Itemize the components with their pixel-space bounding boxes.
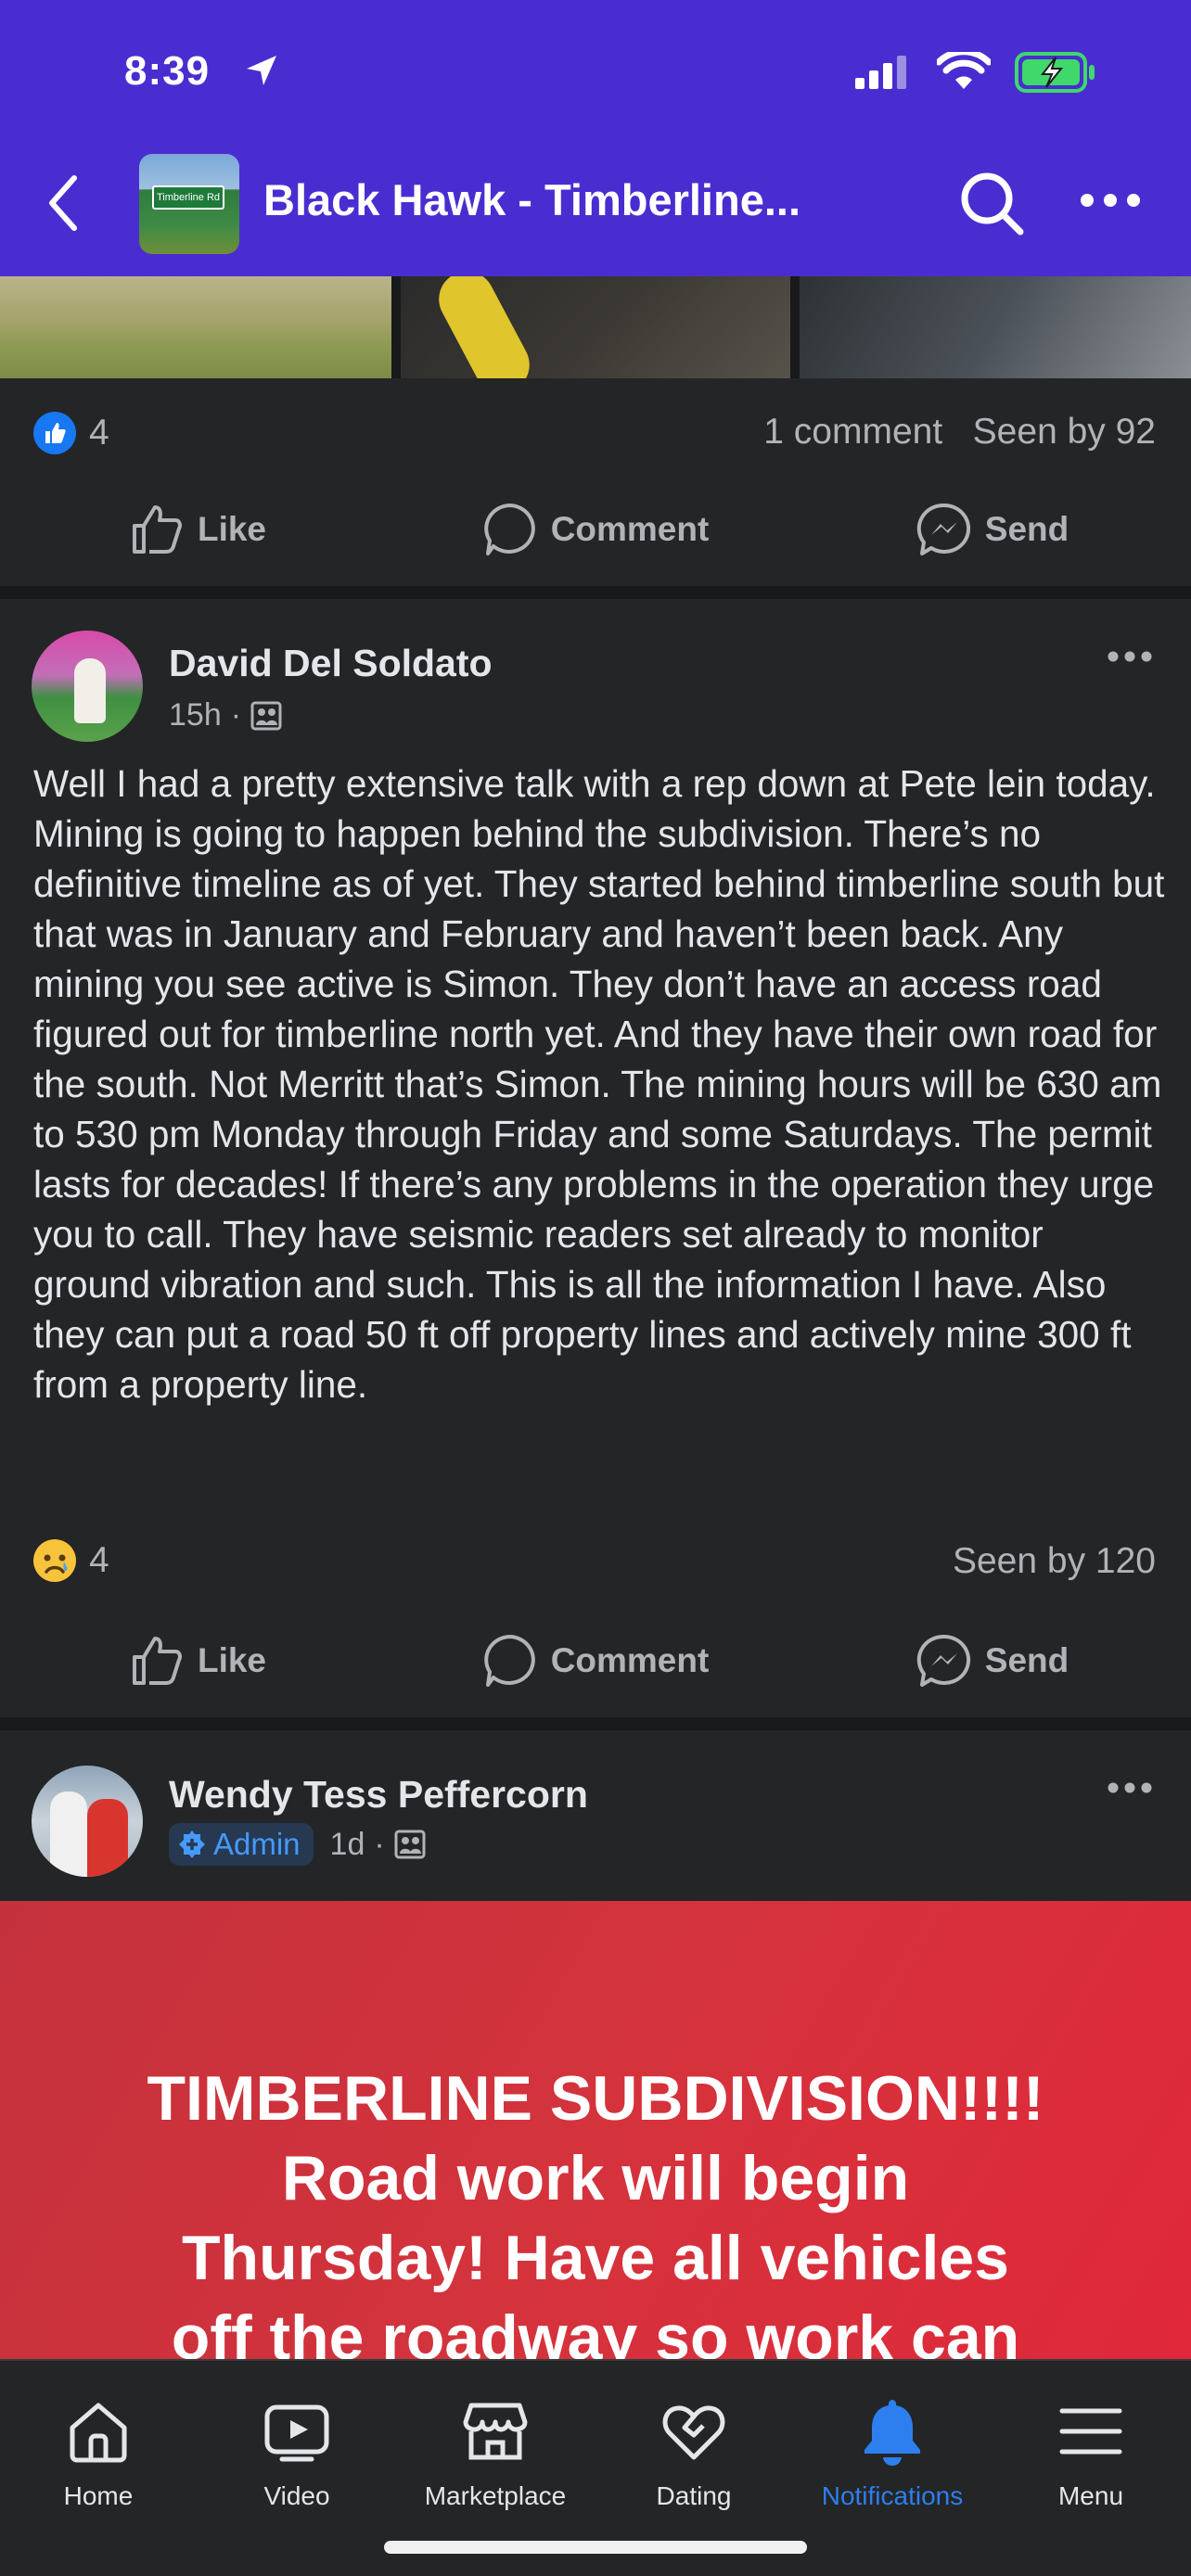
- tab-marketplace[interactable]: Marketplace: [403, 2392, 588, 2511]
- thumbs-up-icon: [132, 505, 182, 554]
- tab-label: Video: [263, 2481, 330, 2510]
- like-label: Like: [197, 1641, 267, 1679]
- tab-label: Dating: [656, 2481, 732, 2510]
- post2-meta: 15h ·: [169, 697, 282, 733]
- post3-time[interactable]: 1d: [330, 1827, 365, 1863]
- tab-dating[interactable]: Dating: [601, 2392, 787, 2511]
- search-icon[interactable]: [957, 169, 1026, 237]
- group-avatar-sign: Timberline Rd: [152, 185, 224, 210]
- group-avatar[interactable]: Timberline Rd: [139, 154, 239, 254]
- location-arrow-icon: [247, 56, 276, 85]
- tab-label: Marketplace: [424, 2481, 567, 2510]
- post1-seen-by[interactable]: Seen by 92: [973, 412, 1156, 452]
- post2-seen-by[interactable]: Seen by 120: [953, 1541, 1156, 1582]
- post3-meta: Admin 1d ·: [169, 1823, 426, 1866]
- wifi-icon: [937, 52, 991, 89]
- bell-icon: [864, 2400, 920, 2466]
- post2-reaction-count: 4: [89, 1540, 109, 1580]
- author-avatar[interactable]: [32, 1766, 143, 1877]
- back-chevron-icon[interactable]: [46, 174, 80, 232]
- post1-reactions[interactable]: 4: [33, 412, 109, 454]
- post1-comment-count[interactable]: 1 comment: [763, 412, 942, 452]
- sad-reaction-icon: [33, 1539, 76, 1582]
- post3-text-banner[interactable]: TIMBERLINE SUBDIVISION!!!! Road work wil…: [0, 1901, 1191, 2359]
- group-title[interactable]: Black Hawk - Timberline...: [263, 174, 800, 225]
- thumbs-up-icon: [132, 1637, 182, 1685]
- tab-video[interactable]: Video: [204, 2392, 390, 2511]
- post-separator: [0, 1717, 1191, 1730]
- post1-action-bar: Like Comment Send: [0, 488, 1191, 571]
- post3-author[interactable]: Wendy Tess Peffercorn: [169, 1773, 588, 1817]
- tab-label: Notifications: [821, 2481, 964, 2510]
- admin-badge[interactable]: Admin: [169, 1823, 314, 1866]
- banner-line: Road work will begin: [281, 2143, 910, 2213]
- post2-send-button[interactable]: Send: [794, 1619, 1191, 1702]
- post2-body: Well I had a pretty extensive talk with …: [33, 762, 1165, 1406]
- post2-reactions[interactable]: 4: [32, 1537, 109, 1584]
- banner-line: TIMBERLINE SUBDIVISION!!!!: [147, 2063, 1044, 2134]
- post-image-hose[interactable]: [401, 276, 790, 378]
- send-label: Send: [984, 510, 1069, 548]
- post1-like-count: 4: [89, 413, 109, 453]
- home-indicator[interactable]: [384, 2541, 807, 2554]
- comment-label: Comment: [550, 510, 710, 548]
- banner-line: off the roadway so work can: [171, 2302, 1020, 2359]
- status-time: 8:39: [124, 48, 211, 94]
- author-avatar[interactable]: [32, 631, 143, 742]
- tab-home[interactable]: Home: [6, 2392, 191, 2511]
- banner-line: Thursday! Have all vehicles: [182, 2223, 1009, 2293]
- post2-comment-button[interactable]: Comment: [397, 1619, 794, 1702]
- video-icon: [264, 2404, 329, 2462]
- post2-author[interactable]: David Del Soldato: [169, 642, 493, 685]
- comment-icon: [483, 1635, 535, 1687]
- marketplace-icon: [463, 2403, 528, 2460]
- comment-label: Comment: [550, 1641, 710, 1679]
- post1-send-button[interactable]: Send: [794, 488, 1191, 571]
- group-audience-icon: [250, 701, 282, 730]
- banner-text: TIMBERLINE SUBDIVISION!!!! Road work wil…: [0, 2059, 1191, 2359]
- group-header: 8:39 Timberline Rd Black Hawk - Timberli…: [0, 0, 1191, 276]
- messenger-icon: [916, 503, 970, 555]
- post-image-gallery[interactable]: [0, 276, 1191, 378]
- menu-icon: [1059, 2408, 1122, 2455]
- like-reaction-icon: [33, 412, 76, 454]
- group-audience-icon: [394, 1830, 426, 1859]
- tab-label: Menu: [1057, 2481, 1124, 2510]
- admin-badge-label: Admin: [213, 1827, 301, 1861]
- post2-time[interactable]: 15h: [169, 697, 222, 733]
- comment-icon: [483, 504, 535, 555]
- post3-more-icon[interactable]: [1106, 1780, 1154, 1795]
- tab-label: Home: [63, 2481, 134, 2510]
- admin-shield-icon: [179, 1830, 205, 1858]
- post-image-field[interactable]: [0, 276, 391, 378]
- like-label: Like: [197, 510, 267, 548]
- post2-action-bar: Like Comment Send: [0, 1619, 1191, 1702]
- send-label: Send: [984, 1641, 1069, 1679]
- post-separator: [0, 586, 1191, 599]
- signal-icon: [855, 56, 906, 89]
- post1-like-button[interactable]: Like: [0, 488, 397, 571]
- meta-dot: ·: [230, 697, 242, 733]
- more-options-icon[interactable]: [1078, 191, 1143, 210]
- post1-comment-button[interactable]: Comment: [397, 488, 794, 571]
- home-icon: [70, 2403, 127, 2463]
- post1-stats: 1 comment Seen by 92: [763, 412, 1156, 453]
- tab-menu[interactable]: Menu: [998, 2392, 1184, 2511]
- tab-notifications[interactable]: Notifications: [800, 2392, 985, 2511]
- post2-more-icon[interactable]: [1106, 649, 1154, 664]
- battery-charging-icon: [1015, 52, 1095, 93]
- post-image-dust[interactable]: [800, 276, 1191, 378]
- post2-like-button[interactable]: Like: [0, 1619, 397, 1702]
- meta-dot: ·: [374, 1826, 385, 1862]
- messenger-icon: [916, 1634, 970, 1687]
- dating-icon: [662, 2405, 725, 2460]
